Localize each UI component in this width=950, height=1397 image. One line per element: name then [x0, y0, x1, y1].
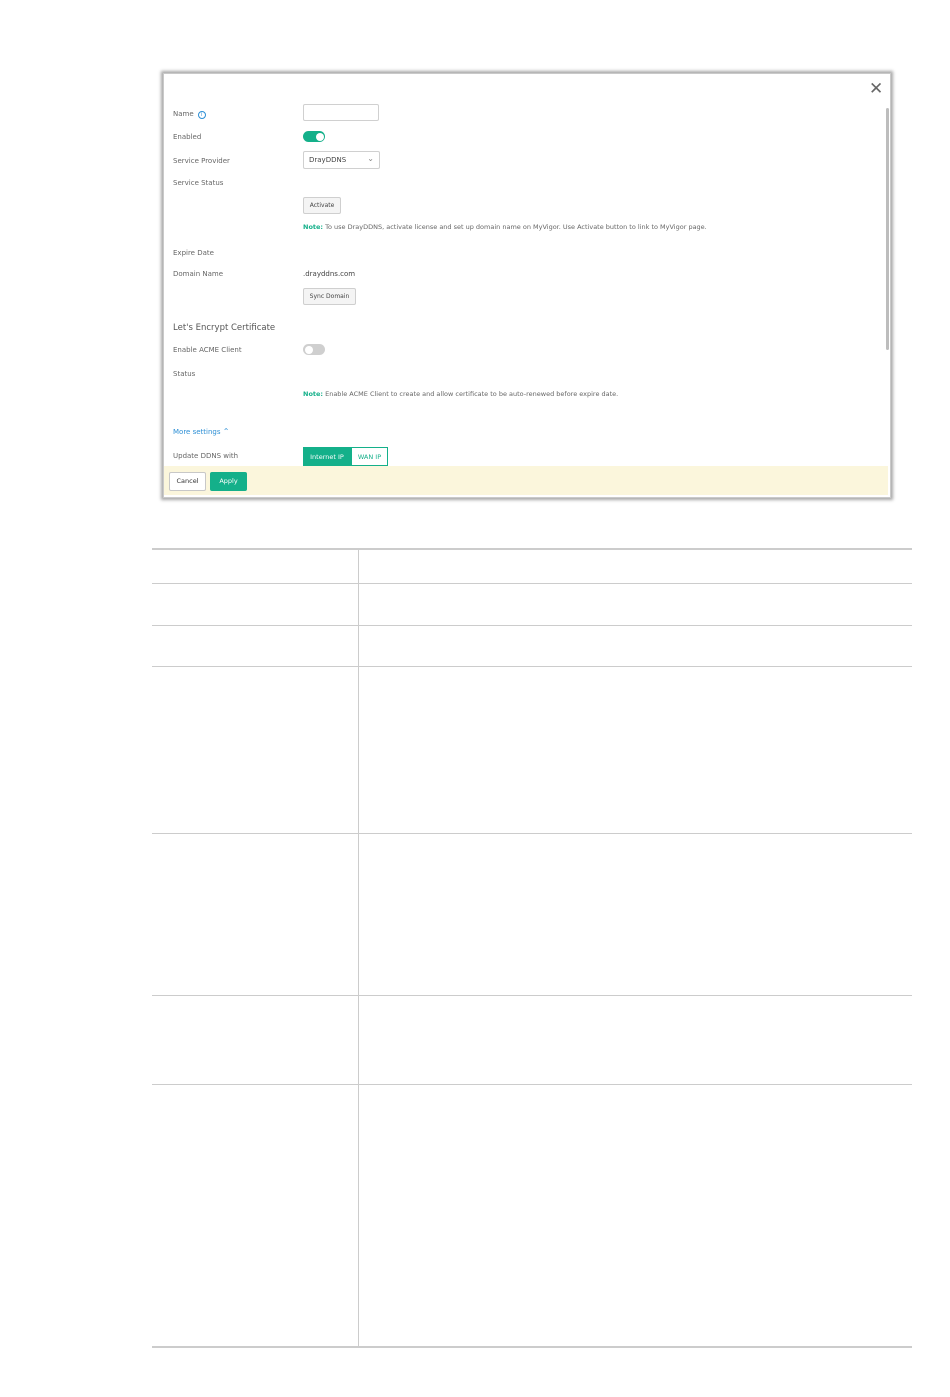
wan-ip-option[interactable]: WAN IP [351, 447, 388, 466]
ddns-dialog [163, 73, 891, 498]
table-column-divider [358, 549, 359, 1347]
name-input[interactable] [303, 104, 379, 121]
table-row-divider [152, 625, 912, 626]
table-row-divider [152, 995, 912, 996]
enabled-toggle[interactable] [303, 131, 325, 142]
status-label: Status [173, 370, 196, 378]
table-row-divider [152, 583, 912, 584]
toggle-knob [304, 345, 313, 354]
service-provider-select[interactable]: DrayDDNS ⌄ [303, 151, 380, 169]
table-top-border [152, 548, 912, 550]
table-bottom-border [152, 1346, 912, 1348]
enabled-label: Enabled [173, 133, 202, 141]
note-tag: Note: [303, 223, 324, 231]
dialog-footer [164, 466, 888, 495]
activate-note: Note: To use DrayDDNS, activate license … [303, 223, 707, 231]
service-provider-label: Service Provider [173, 157, 230, 165]
note-text: To use DrayDDNS, activate license and se… [323, 223, 707, 231]
more-settings-text: More settings [173, 428, 221, 436]
lets-encrypt-title: Let's Encrypt Certificate [173, 323, 276, 333]
cancel-button[interactable]: Cancel [169, 472, 206, 491]
chevron-down-icon: ⌄ [367, 154, 374, 163]
name-label-text: Name [173, 110, 194, 118]
toggle-knob [315, 132, 324, 141]
internet-ip-option[interactable]: Internet IP [303, 447, 351, 466]
table-row-divider [152, 833, 912, 834]
update-ddns-label: Update DDNS with [173, 452, 239, 460]
table-row-divider [152, 666, 912, 667]
apply-button[interactable]: Apply [210, 472, 247, 491]
note-text: Enable ACME Client to create and allow c… [323, 390, 619, 398]
more-settings-link[interactable]: More settings ⌃ [173, 427, 229, 436]
acme-note: Note: Enable ACME Client to create and a… [303, 390, 618, 398]
chevron-up-icon: ⌃ [222, 427, 230, 436]
activate-button[interactable]: Activate [303, 197, 341, 214]
dialog-scrollbar[interactable] [886, 108, 889, 350]
domain-name-value: .drayddns.com [303, 270, 356, 278]
sync-domain-button[interactable]: Sync Domain [303, 288, 356, 305]
table-row-divider [152, 1084, 912, 1085]
domain-name-label: Domain Name [173, 270, 224, 278]
service-provider-value: DrayDDNS [309, 156, 347, 164]
name-label: Name i [173, 110, 206, 119]
note-tag: Note: [303, 390, 324, 398]
close-icon[interactable]: ✕ [869, 80, 883, 98]
enable-acme-toggle[interactable] [303, 344, 325, 355]
service-status-label: Service Status [173, 179, 224, 187]
enable-acme-label: Enable ACME Client [173, 346, 242, 354]
expire-date-label: Expire Date [173, 249, 214, 257]
info-icon[interactable]: i [197, 111, 206, 119]
